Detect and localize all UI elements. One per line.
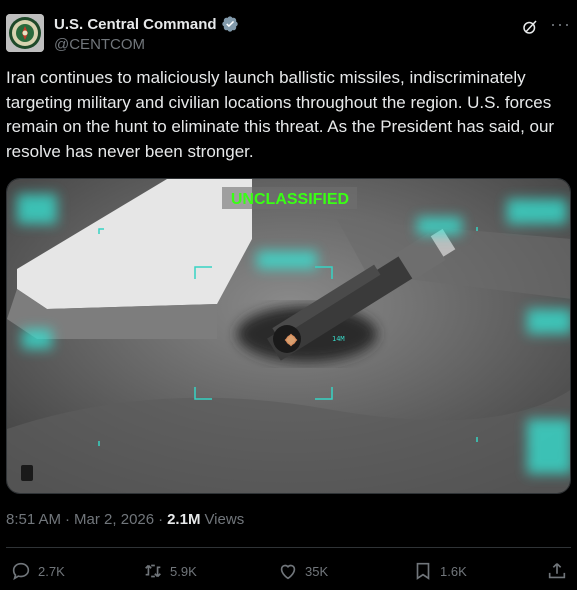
views-count: 2.1M	[167, 511, 201, 528]
more-options-icon[interactable]: ···	[550, 14, 571, 35]
bookmark-button[interactable]: 1.6K	[412, 560, 467, 582]
share-icon	[548, 563, 566, 579]
post-date[interactable]: Mar 2, 2026	[74, 511, 154, 528]
bookmark-icon	[416, 562, 430, 580]
post-time[interactable]: 8:51 AM	[6, 511, 61, 528]
handle[interactable]: @CENTCOM	[54, 36, 145, 53]
video-indicator-icon	[21, 465, 33, 481]
post-header: U.S. Central Command @CENTCOM ···	[6, 12, 571, 56]
display-name[interactable]: U.S. Central Command	[54, 16, 217, 33]
repost-button[interactable]: 5.9K	[142, 560, 197, 582]
verified-badge-icon	[221, 16, 238, 32]
thermal-video-frame: UNCLASSIFIED 14M	[7, 179, 570, 493]
reply-icon	[12, 562, 30, 581]
like-button[interactable]: 35K	[277, 560, 328, 582]
reply-count: 2.7K	[38, 563, 65, 579]
action-bar: 2.7K 5.9K 35K 1.6K	[6, 560, 571, 584]
meta-separator: ·	[65, 511, 71, 528]
post-meta: 8:51 AM · Mar 2, 2026 · 2.1M Views	[6, 511, 244, 528]
like-count: 35K	[305, 563, 329, 579]
repost-icon	[145, 564, 161, 578]
divider	[6, 547, 571, 548]
avatar[interactable]	[6, 14, 44, 52]
repost-count: 5.9K	[170, 563, 197, 579]
meta-separator: ·	[158, 511, 164, 528]
grok-icon[interactable]	[521, 18, 539, 36]
hud-range-readout: 14M	[332, 335, 345, 343]
bookmark-count: 1.6K	[440, 563, 467, 579]
post-text: Iran continues to maliciously launch bal…	[6, 68, 555, 161]
name-row: U.S. Central Command	[54, 15, 239, 33]
views-label: Views	[204, 511, 245, 528]
heart-icon	[280, 564, 296, 580]
centcom-seal-icon	[6, 14, 44, 52]
reply-button[interactable]: 2.7K	[10, 560, 65, 582]
share-button[interactable]	[546, 560, 568, 582]
classification-banner: UNCLASSIFIED	[231, 191, 349, 208]
post-media[interactable]: UNCLASSIFIED 14M	[6, 178, 571, 494]
